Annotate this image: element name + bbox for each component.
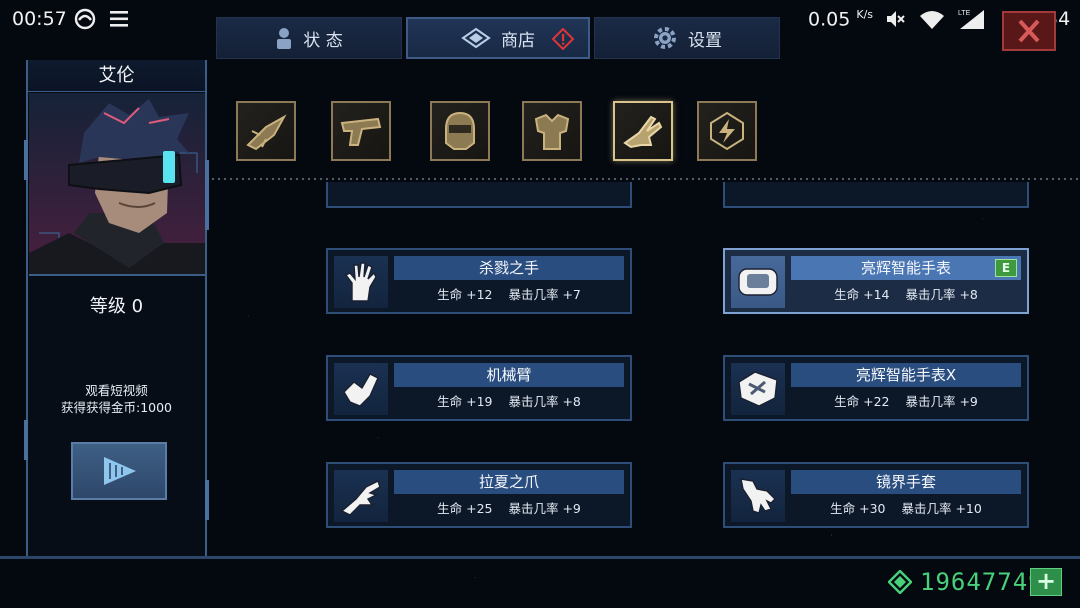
currency-display: 19647749 [888, 566, 1044, 598]
blade-weapon-icon [246, 114, 287, 151]
bottom-divider [0, 556, 1080, 559]
network-type: LTE [958, 10, 971, 17]
tab-status-label: 状 态 [303, 30, 343, 51]
panel-edge-decoration [24, 140, 28, 180]
item-hp: 生命 +14 [834, 287, 890, 302]
panel-edge-decoration [205, 160, 209, 230]
section-divider [210, 177, 1080, 181]
currency-amount: 19647749 [920, 568, 1044, 596]
mech-arm-icon [343, 373, 379, 407]
item-stats: 生命 +22 暴击几率 +9 [791, 391, 1021, 413]
category-glove[interactable] [613, 101, 673, 161]
character-portrait [29, 93, 205, 276]
item-card[interactable]: 杀戮之手 生命 +12 暴击几率 +7 [326, 248, 632, 314]
item-crit: 暴击几率 +9 [905, 394, 978, 409]
item-card[interactable]: 镜界手套 生命 +30 暴击几率 +10 [723, 462, 1029, 528]
menu-lines-icon [110, 11, 128, 27]
person-icon [277, 28, 292, 49]
item-hp: 生命 +12 [437, 287, 493, 302]
tab-shop-label: 商店 [501, 30, 535, 51]
gauntlet-icon [740, 478, 776, 514]
item-crit: 暴击几率 +8 [905, 287, 978, 302]
wifi-icon [920, 11, 944, 29]
helmet-icon [445, 111, 475, 150]
panel-edge-decoration [24, 420, 28, 460]
item-name: 亮辉智能手表X [791, 363, 1021, 387]
item-name: 拉夏之爪 [394, 470, 624, 494]
character-level: 等级 0 [89, 296, 144, 317]
category-energy[interactable] [697, 101, 757, 161]
item-crit: 暴击几率 +9 [508, 501, 581, 516]
gun-icon [340, 117, 382, 146]
tab-settings[interactable]: 设置 [594, 17, 780, 59]
close-button[interactable] [1002, 11, 1056, 51]
tab-status[interactable]: 状 态 [216, 17, 402, 59]
equipped-badge: E [995, 259, 1017, 277]
gear-icon [654, 27, 676, 49]
category-armor[interactable] [522, 101, 582, 161]
watch-x-icon [738, 371, 778, 407]
character-name: 艾伦 [28, 60, 205, 92]
item-name: 机械臂 [394, 363, 624, 387]
gem-currency-icon [888, 570, 912, 594]
item-thumbnail [334, 363, 388, 415]
mute-icon [887, 11, 905, 27]
armor-icon [534, 113, 570, 150]
app-notification-icon [74, 8, 96, 30]
item-stats: 生命 +12 暴击几率 +7 [394, 284, 624, 306]
item-name: 杀戮之手 [394, 256, 624, 280]
watch-video-button[interactable] [71, 442, 167, 500]
video-reward-text: 观看短视频 获得获得金币:1000 [28, 382, 205, 416]
item-hp: 生命 +25 [437, 501, 493, 516]
item-stats: 生命 +25 暴击几率 +9 [394, 498, 624, 520]
add-currency-button[interactable]: + [1030, 568, 1062, 596]
close-icon [1018, 19, 1040, 43]
item-hp: 生命 +19 [437, 394, 493, 409]
claw-icon [340, 480, 381, 516]
panel-edge-decoration [205, 480, 209, 520]
item-hp: 生命 +22 [834, 394, 890, 409]
energy-icon [710, 111, 744, 151]
item-card-partial[interactable] [326, 182, 632, 208]
play-icon [104, 457, 136, 485]
category-helmet[interactable] [430, 101, 490, 161]
video-reward-line2: 获得获得金币:1000 [60, 400, 173, 415]
tab-settings-label: 设置 [688, 30, 722, 51]
signal-icon: LTE [958, 10, 984, 29]
item-stats: 生命 +14 暴击几率 +8 [791, 284, 1021, 306]
hand-icon [344, 262, 377, 302]
network-speed-unit: K/s [856, 8, 874, 21]
item-thumbnail [334, 256, 388, 308]
tab-shop[interactable]: 商店 [406, 17, 590, 59]
diamond-icon [461, 27, 491, 49]
watch-icon [738, 268, 778, 296]
glove-icon [623, 115, 663, 149]
category-gun[interactable] [331, 101, 391, 161]
warning-icon [552, 28, 574, 50]
item-card[interactable]: 机械臂 生命 +19 暴击几率 +8 [326, 355, 632, 421]
item-thumbnail [731, 470, 785, 522]
item-thumbnail [731, 256, 785, 308]
item-crit: 暴击几率 +8 [508, 394, 581, 409]
video-reward-line1: 观看短视频 [85, 383, 148, 398]
item-hp: 生命 +30 [830, 501, 886, 516]
item-thumbnail [334, 470, 388, 522]
item-name: 亮辉智能手表 [791, 256, 1021, 280]
item-crit: 暴击几率 +10 [901, 501, 982, 516]
status-time: 00:57 [12, 8, 67, 30]
item-thumbnail [731, 363, 785, 415]
category-blade-weapon[interactable] [236, 101, 296, 161]
item-name: 镜界手套 [791, 470, 1021, 494]
network-speed: 0.05 K/s [808, 8, 873, 30]
network-speed-value: 0.05 [808, 8, 851, 31]
item-stats: 生命 +19 暴击几率 +8 [394, 391, 624, 413]
character-panel: 艾伦 等级 0 观看短视频 获得获得金币:1000 [26, 60, 207, 557]
item-card-selected[interactable]: 亮辉智能手表 E 生命 +14 暴击几率 +8 [723, 248, 1029, 314]
item-crit: 暴击几率 +7 [508, 287, 581, 302]
item-card-partial[interactable] [723, 182, 1029, 208]
item-stats: 生命 +30 暴击几率 +10 [791, 498, 1021, 520]
item-card[interactable]: 亮辉智能手表X 生命 +22 暴击几率 +9 [723, 355, 1029, 421]
item-card[interactable]: 拉夏之爪 生命 +25 暴击几率 +9 [326, 462, 632, 528]
